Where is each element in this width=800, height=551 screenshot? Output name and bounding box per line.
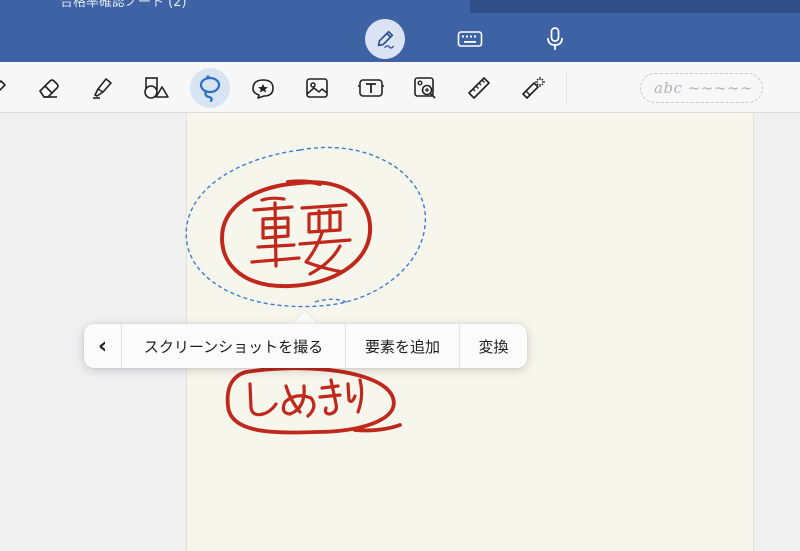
- lasso-icon: [199, 75, 221, 102]
- eraser-tool[interactable]: [29, 68, 69, 108]
- pen-mode-button[interactable]: [365, 19, 405, 59]
- menu-back-button[interactable]: ‹: [84, 324, 121, 368]
- ruler-tool[interactable]: [459, 68, 499, 108]
- drawing-toolbar: abc ~~~~~: [0, 62, 800, 113]
- highlighter-icon: [93, 78, 112, 99]
- pencil-icon: [377, 30, 394, 49]
- pen-icon: [0, 80, 6, 92]
- sticker-icon: [252, 79, 274, 99]
- textbox-icon: [358, 79, 384, 97]
- keyboard-icon: [457, 31, 483, 47]
- eraser-icon: [39, 79, 59, 98]
- textbox-tool[interactable]: [351, 68, 391, 108]
- title-bar: 合格率確認ノート (2): [0, 0, 470, 14]
- microphone-icon: [547, 27, 563, 50]
- laser-pointer-tool[interactable]: [513, 68, 553, 108]
- image-zoom-tool[interactable]: [405, 68, 445, 108]
- ruler-icon: [468, 77, 490, 99]
- image-icon: [306, 78, 328, 98]
- shapes-icon: [144, 77, 169, 99]
- keyboard-mode-button[interactable]: [450, 19, 490, 59]
- highlighter-tool[interactable]: [82, 68, 122, 108]
- pen-tool[interactable]: [0, 68, 18, 108]
- laser-pointer-icon: [522, 77, 545, 99]
- image-search-icon: [414, 77, 436, 99]
- sticker-tool[interactable]: [243, 68, 283, 108]
- lasso-tool[interactable]: [190, 68, 230, 108]
- menu-convert[interactable]: 変換: [459, 324, 527, 368]
- menu-take-screenshot[interactable]: スクリーンショットを撮る: [121, 324, 345, 368]
- document-title: 合格率確認ノート (2): [60, 0, 187, 10]
- image-tool[interactable]: [297, 68, 337, 108]
- status-strip: [470, 0, 800, 13]
- menu-add-element[interactable]: 要素を追加: [345, 324, 459, 368]
- app-header: 合格率確認ノート (2): [0, 0, 800, 62]
- handwriting-input-field[interactable]: abc ~~~~~: [640, 73, 763, 103]
- microphone-mode-button[interactable]: [535, 19, 575, 59]
- shapes-tool[interactable]: [136, 68, 176, 108]
- toolbar-divider: [566, 72, 567, 104]
- selection-context-menu: ‹ スクリーンショットを撮る 要素を追加 変換: [84, 324, 527, 368]
